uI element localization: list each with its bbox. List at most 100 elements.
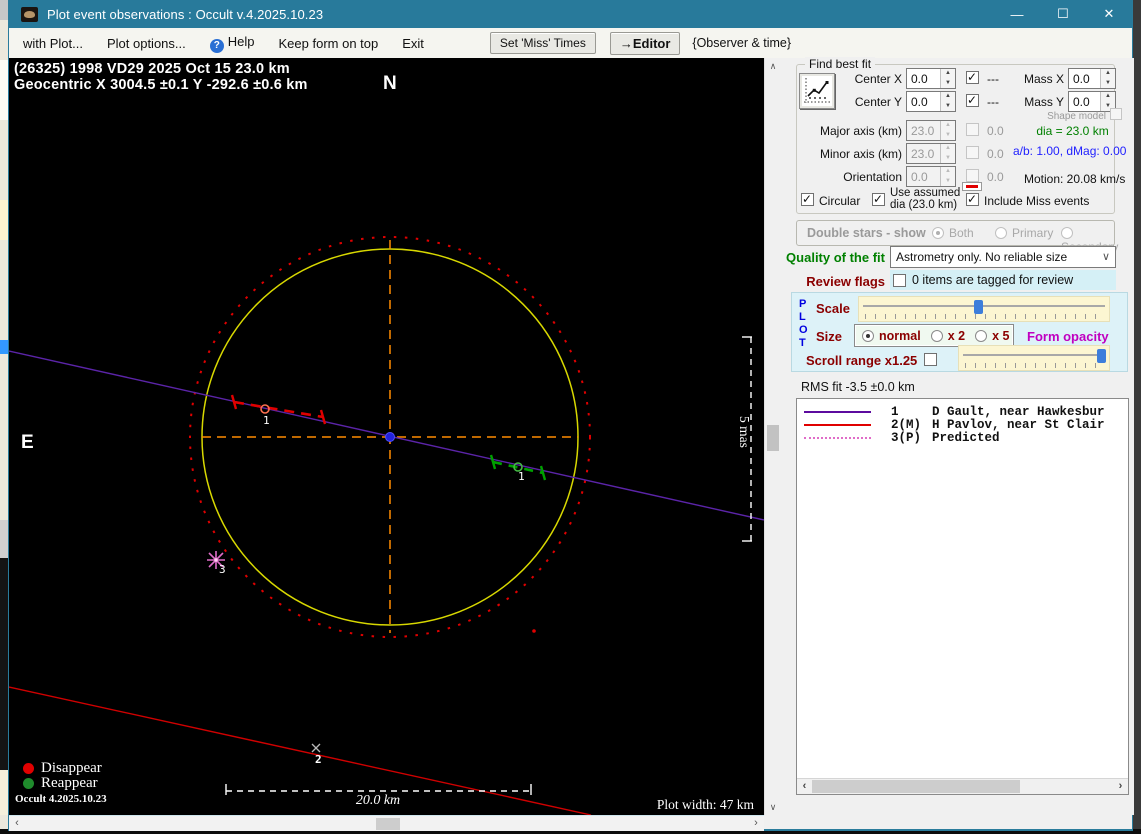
- include-miss-events-checkbox[interactable]: [966, 192, 979, 206]
- double-stars-primary-radio: Primary: [995, 226, 1053, 240]
- occult-plot-window: Plot event observations : Occult v.4.202…: [8, 0, 1134, 831]
- observer-2-name: H Pavlov, near St Clair: [932, 418, 1105, 432]
- size-radio-group: normal x 2 x 5: [854, 324, 1014, 347]
- desktop-edge-strip: [1133, 0, 1141, 834]
- plot-letter-t: T: [799, 337, 806, 349]
- list-scroll-left-arrow[interactable]: ‹: [797, 779, 812, 794]
- form-opacity-slider-thumb[interactable]: [1097, 349, 1106, 363]
- quality-of-fit-combobox[interactable]: Astrometry only. No reliable size ∨: [890, 246, 1116, 268]
- vertical-scroll-thumb[interactable]: [767, 425, 779, 451]
- chevron-down-icon: ∨: [1101, 251, 1110, 263]
- mass-x-spinner[interactable]: 0.0 ▲ ▼: [1068, 68, 1116, 89]
- circular-label: Circular: [819, 194, 861, 208]
- screen: Plot event observations : Occult v.4.202…: [0, 0, 1141, 834]
- orientation-spinner: 0.0 ▲ ▼: [906, 166, 956, 187]
- chord3-line-swatch: [804, 437, 871, 439]
- center-y-fit-checkbox[interactable]: [966, 93, 979, 107]
- menubar: with Plot... Plot options... ? Help Keep …: [9, 28, 1132, 58]
- size-x5-radio[interactable]: x 5: [975, 329, 1009, 343]
- observer-row-2[interactable]: 2(M) H Pavlov, near St Clair: [797, 418, 1128, 432]
- plot-controls-panel: P L O T Scale Size normal x 2 x 5 Form o…: [791, 292, 1128, 372]
- spin-up-icon: ▲: [941, 69, 955, 79]
- orientation-fit-checkbox: [966, 169, 979, 182]
- circular-checkbox[interactable]: [801, 192, 814, 206]
- review-flags-checkbox[interactable]: [893, 273, 906, 287]
- legend-reappear: Reappear: [23, 775, 98, 792]
- observer-time-label: {Observer & time}: [692, 36, 792, 50]
- occultation-plot-canvas[interactable]: (26325) 1998 VD29 2025 Oct 15 23.0 km Ge…: [9, 58, 764, 815]
- center-x-flag: ---: [987, 72, 999, 86]
- set-miss-times-button[interactable]: Set 'Miss' Times: [489, 32, 596, 54]
- red-line-icon: [966, 185, 978, 188]
- observer-1-number: 1: [891, 405, 899, 419]
- list-scroll-right-arrow[interactable]: ›: [1113, 779, 1128, 794]
- plot-vertical-scrollbar[interactable]: ∧ ∨: [764, 58, 780, 815]
- observer-3-number: 3(P): [891, 431, 922, 445]
- menu-exit[interactable]: Exit: [392, 32, 434, 55]
- menu-help[interactable]: ? Help: [200, 30, 265, 57]
- quality-of-fit-value: Astrometry only. No reliable size: [896, 250, 1068, 264]
- predicted-station-core: [214, 558, 218, 562]
- observers-listbox[interactable]: 1 D Gault, near Hawkesbur 2(M) H Pavlov,…: [796, 398, 1129, 795]
- scroll-left-arrow[interactable]: ‹: [9, 816, 25, 832]
- major-axis-label: Major axis (km): [819, 124, 902, 138]
- close-button[interactable]: ✕: [1086, 0, 1132, 28]
- scroll-right-arrow[interactable]: ›: [748, 816, 764, 832]
- use-assumed-dia-checkbox[interactable]: [872, 192, 885, 206]
- center-y-spinner[interactable]: 0.0 ▲ ▼: [906, 91, 956, 112]
- control-panel: Find best fit Center X 0.0 ▲ ▼ ✓ --- Mas…: [780, 57, 1134, 815]
- mass-y-spinner[interactable]: 0.0 ▲ ▼: [1068, 91, 1116, 112]
- horizontal-scroll-thumb[interactable]: [376, 818, 400, 830]
- menu-with-plot[interactable]: with Plot...: [13, 32, 93, 55]
- review-flags-label: Review flags: [806, 274, 885, 289]
- scale-slider-thumb[interactable]: [974, 300, 983, 314]
- form-opacity-slider[interactable]: [958, 345, 1110, 371]
- observer-row-1[interactable]: 1 D Gault, near Hawkesbur: [797, 405, 1128, 419]
- disappear-dot-icon: [23, 763, 34, 774]
- double-stars-both-radio: Both: [932, 226, 974, 240]
- scalebar-label: 20.0 km: [355, 793, 401, 808]
- observers-list-scrollbar[interactable]: ‹ ›: [797, 778, 1128, 794]
- scale-slider[interactable]: [858, 296, 1110, 322]
- orientation-label: Orientation: [843, 170, 902, 184]
- titlebar: Plot event observations : Occult v.4.202…: [9, 0, 1132, 28]
- spin-down-icon: ▼: [941, 78, 955, 88]
- scroll-down-arrow[interactable]: ∨: [765, 799, 781, 815]
- plot-letter-o: O: [799, 324, 808, 336]
- plot-header-line2: Geocentric X 3004.5 ±0.1 Y -292.6 ±0.6 k…: [14, 77, 308, 93]
- size-normal-radio[interactable]: normal: [862, 329, 921, 343]
- center-y-label: Center Y: [854, 95, 902, 109]
- center-x-spinner[interactable]: 0.0 ▲ ▼: [906, 68, 956, 89]
- size-x2-radio[interactable]: x 2: [930, 329, 965, 343]
- center-y-flag: ---: [987, 95, 999, 109]
- plot-letter-l: L: [799, 311, 806, 323]
- maximize-button[interactable]: ☐: [1040, 0, 1086, 28]
- menu-keep-form-on-top[interactable]: Keep form on top: [269, 32, 389, 55]
- menu-plot-options[interactable]: Plot options...: [97, 32, 196, 55]
- review-flags-text: 0 items are tagged for review: [912, 273, 1074, 287]
- mass-y-label: Mass Y: [1024, 95, 1064, 109]
- chord1-line-swatch: [804, 411, 871, 413]
- scroll-range-checkbox[interactable]: [924, 353, 937, 366]
- east-label: E: [21, 432, 34, 453]
- motion-readout: Motion: 20.08 km/s: [1024, 172, 1126, 186]
- observer-1-name: D Gault, near Hawkesbur: [932, 405, 1105, 419]
- minor-axis-flag: 0.0: [987, 147, 1004, 161]
- plot-horizontal-scrollbar[interactable]: ‹ ›: [9, 815, 764, 831]
- major-axis-spinner: 23.0 ▲ ▼: [906, 120, 956, 141]
- north-label: N: [383, 73, 397, 94]
- reappear-dot-icon: [23, 778, 34, 789]
- center-x-fit-checkbox[interactable]: [966, 70, 979, 84]
- use-assumed-dia-label: Use assumed dia (23.0 km): [890, 187, 961, 211]
- run-best-fit-button[interactable]: [799, 73, 835, 109]
- predicted3-number: 3: [219, 563, 226, 576]
- major-axis-flag: 0.0: [987, 124, 1004, 138]
- editor-button[interactable]: →Editor: [609, 31, 681, 55]
- list-scroll-thumb[interactable]: [812, 780, 1020, 793]
- find-best-fit-title: Find best fit: [805, 57, 876, 71]
- minimize-button[interactable]: —: [994, 0, 1040, 28]
- scroll-up-arrow[interactable]: ∧: [765, 58, 781, 74]
- dia-readout: dia = 23.0 km: [1036, 124, 1109, 138]
- observer-row-3[interactable]: 3(P) Predicted: [797, 431, 1128, 445]
- size-label: Size: [816, 329, 843, 344]
